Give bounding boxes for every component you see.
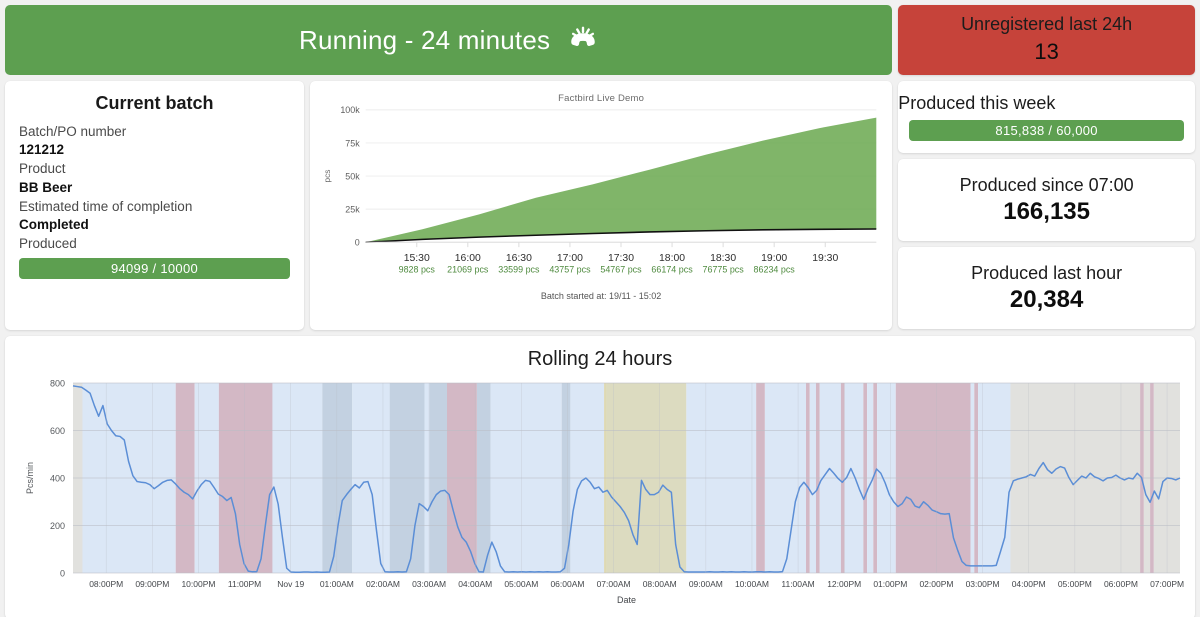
produced-since-value: 166,135 bbox=[1003, 197, 1090, 225]
svg-text:19:00: 19:00 bbox=[761, 253, 787, 264]
svg-text:10:00PM: 10:00PM bbox=[181, 579, 215, 589]
eta-value: Completed bbox=[19, 217, 89, 233]
svg-text:16:30: 16:30 bbox=[506, 253, 532, 264]
svg-text:18:30: 18:30 bbox=[710, 253, 736, 264]
eta-label: Estimated time of completion bbox=[19, 198, 193, 214]
svg-text:02:00AM: 02:00AM bbox=[366, 579, 400, 589]
svg-text:50k: 50k bbox=[345, 172, 360, 182]
svg-text:400: 400 bbox=[50, 474, 65, 484]
rolling-24-hours-card: Rolling 24 hours 0 200 400 600 800 Pcs/min 08:… bbox=[5, 336, 1195, 617]
svg-text:pcs: pcs bbox=[322, 170, 332, 183]
produced-since-card: Produced since 07:00 166,135 bbox=[898, 159, 1195, 241]
svg-text:17:00: 17:00 bbox=[557, 253, 583, 264]
svg-text:17:30: 17:30 bbox=[608, 253, 634, 264]
svg-text:18:00: 18:00 bbox=[659, 253, 685, 264]
svg-text:02:00PM: 02:00PM bbox=[919, 579, 953, 589]
unregistered-value: 13 bbox=[1034, 38, 1059, 64]
svg-text:04:00PM: 04:00PM bbox=[1012, 579, 1046, 589]
unregistered-card: Unregistered last 24h 13 bbox=[898, 5, 1195, 75]
right-column: Unregistered last 24h 13 Produced this w… bbox=[898, 5, 1195, 330]
svg-text:12:00PM: 12:00PM bbox=[827, 579, 861, 589]
svg-text:600: 600 bbox=[50, 426, 65, 436]
svg-text:16:00: 16:00 bbox=[455, 253, 481, 264]
svg-text:800: 800 bbox=[50, 379, 65, 389]
produced-this-week-title: Produced this week bbox=[898, 93, 1056, 113]
svg-text:06:00AM: 06:00AM bbox=[550, 579, 584, 589]
batch-po-value: 121212 bbox=[19, 142, 65, 158]
produced-last-hour-value: 20,384 bbox=[1009, 285, 1084, 313]
svg-text:01:00PM: 01:00PM bbox=[873, 579, 907, 589]
svg-text:0: 0 bbox=[355, 238, 360, 248]
produced-last-hour-title: Produced last hour bbox=[971, 262, 1123, 283]
svg-text:05:00PM: 05:00PM bbox=[1058, 579, 1092, 589]
status-banner: Running - 24 minutes bbox=[5, 5, 893, 75]
batch-po-label: Batch/PO number bbox=[19, 124, 127, 139]
batch-started-caption: Batch started at: 19/11 - 15:02 bbox=[540, 291, 662, 301]
batch-chart-plot: 0 25k 50k 75k 100k pcs 15:30 9828 pcs 16:00 21069… bbox=[318, 104, 884, 289]
current-batch-heading: Current batch bbox=[95, 93, 214, 113]
svg-text:07:00AM: 07:00AM bbox=[597, 579, 631, 589]
svg-text:Pcs/min: Pcs/min bbox=[25, 462, 35, 494]
svg-text:33599 pcs: 33599 pcs bbox=[498, 265, 540, 275]
product-label: Product bbox=[19, 161, 66, 177]
svg-text:25k: 25k bbox=[345, 205, 360, 215]
svg-text:10:00AM: 10:00AM bbox=[735, 579, 769, 589]
svg-text:Date: Date bbox=[617, 595, 636, 605]
svg-text:03:00PM: 03:00PM bbox=[966, 579, 1000, 589]
produced-last-hour-card: Produced last hour 20,384 bbox=[898, 247, 1195, 329]
produced-this-week-card: Produced this week 815,838 / 60,000 bbox=[898, 81, 1195, 153]
svg-text:03:00AM: 03:00AM bbox=[412, 579, 446, 589]
top-region: Running - 24 minutes Current batch Batch… bbox=[5, 5, 1195, 330]
svg-text:07:00PM: 07:00PM bbox=[1150, 579, 1184, 589]
unregistered-title: Unregistered last 24h bbox=[961, 13, 1133, 34]
week-progress-bar: 815,838 / 60,000 bbox=[909, 120, 1184, 141]
svg-text:19:30: 19:30 bbox=[812, 253, 838, 264]
rolling-chart-title: Rolling 24 hours bbox=[527, 348, 673, 370]
produced-label: Produced bbox=[19, 236, 77, 252]
week-progress-text: 815,838 / 60,000 bbox=[995, 123, 1098, 138]
svg-text:01:00AM: 01:00AM bbox=[320, 579, 354, 589]
svg-text:06:00PM: 06:00PM bbox=[1104, 579, 1138, 589]
svg-text:11:00AM: 11:00AM bbox=[781, 579, 814, 589]
svg-text:54767 pcs: 54767 pcs bbox=[600, 265, 642, 275]
svg-text:0: 0 bbox=[60, 569, 65, 579]
produced-since-title: Produced since 07:00 bbox=[959, 174, 1134, 195]
svg-text:200: 200 bbox=[50, 521, 65, 531]
middle-row: Current batch Batch/PO number 121212 Pro… bbox=[5, 81, 893, 330]
batch-chart-card: Factbird Live Demo 0 25k 50k 75k 100k pcs 15:3… bbox=[310, 81, 893, 330]
svg-text:76775 pcs: 76775 pcs bbox=[703, 265, 745, 275]
svg-text:11:00PM: 11:00PM bbox=[228, 579, 261, 589]
batch-chart-title: Factbird Live Demo bbox=[558, 93, 645, 104]
phone-ringing-icon bbox=[568, 25, 598, 55]
svg-text:100k: 100k bbox=[340, 105, 360, 115]
svg-text:9828 pcs: 9828 pcs bbox=[399, 265, 436, 275]
rolling-chart-plot: 0 200 400 600 800 Pcs/min 08:00PM 09:00PM 10:00P… bbox=[15, 373, 1185, 613]
svg-text:09:00AM: 09:00AM bbox=[689, 579, 723, 589]
svg-text:66174 pcs: 66174 pcs bbox=[651, 265, 693, 275]
product-value: BB Beer bbox=[19, 179, 73, 195]
svg-text:75k: 75k bbox=[345, 138, 360, 148]
svg-text:43757 pcs: 43757 pcs bbox=[549, 265, 591, 275]
dashboard-page: Running - 24 minutes Current batch Batch… bbox=[0, 0, 1200, 617]
svg-text:04:00AM: 04:00AM bbox=[458, 579, 492, 589]
left-column: Running - 24 minutes Current batch Batch… bbox=[5, 5, 893, 330]
svg-text:21069 pcs: 21069 pcs bbox=[447, 265, 489, 275]
current-batch-card: Current batch Batch/PO number 121212 Pro… bbox=[5, 81, 304, 330]
svg-text:08:00PM: 08:00PM bbox=[89, 579, 123, 589]
status-banner-text: Running - 24 minutes bbox=[299, 24, 551, 55]
batch-progress-text: 94099 / 10000 bbox=[110, 260, 199, 276]
batch-progress-bar: 94099 / 10000 bbox=[19, 257, 290, 279]
svg-text:15:30: 15:30 bbox=[404, 253, 430, 264]
svg-text:05:00AM: 05:00AM bbox=[504, 579, 538, 589]
svg-text:08:00AM: 08:00AM bbox=[643, 579, 677, 589]
svg-text:86234 pcs: 86234 pcs bbox=[754, 265, 796, 275]
svg-text:09:00PM: 09:00PM bbox=[135, 579, 169, 589]
svg-text:Nov 19: Nov 19 bbox=[277, 579, 304, 589]
